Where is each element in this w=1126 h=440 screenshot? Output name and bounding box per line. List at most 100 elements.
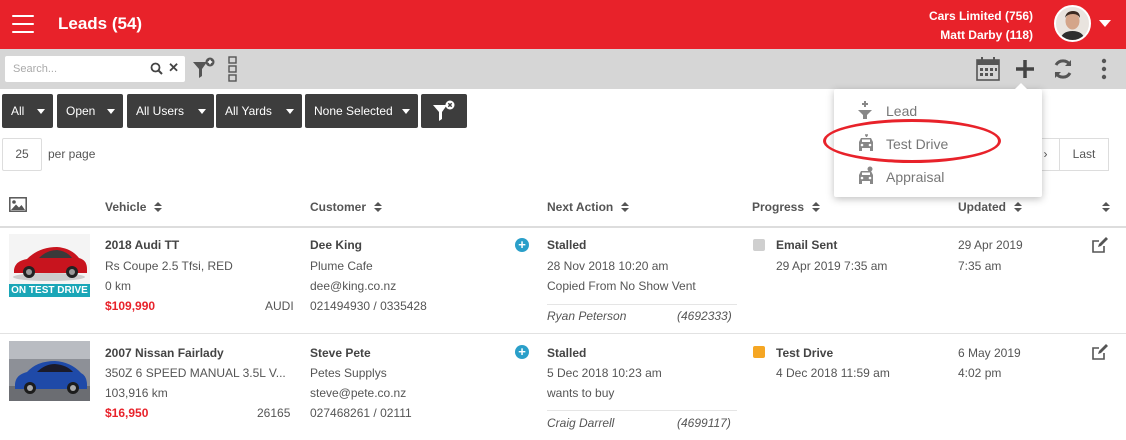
top-header: Leads (54) Cars Limited (756) Matt Darby…	[0, 0, 1126, 49]
chevron-down-icon	[198, 109, 206, 114]
action-date: 5 Dec 2018 10:23 am	[547, 366, 662, 380]
add-icon[interactable]	[1014, 58, 1036, 83]
refresh-icon[interactable]	[1051, 57, 1075, 84]
page-title: Leads (54)	[58, 14, 143, 33]
company-name: Cars Limited (756)	[928, 9, 1033, 23]
calendar-icon[interactable]	[975, 56, 1001, 85]
clear-filter-button[interactable]	[421, 94, 467, 128]
clear-search-icon[interactable]: ✕	[168, 60, 179, 76]
vehicle-title[interactable]: 2007 Nissan Fairlady	[105, 346, 224, 360]
per-page-input[interactable]: 25	[2, 138, 42, 171]
action-divider	[547, 304, 737, 305]
chevron-down-icon	[286, 109, 294, 114]
user-filter-dropdown[interactable]: All Users	[127, 94, 214, 128]
vehicle-price: $109,990	[105, 299, 156, 313]
avatar[interactable]	[1054, 5, 1091, 42]
progress-column-header[interactable]: Progress	[752, 200, 821, 214]
car-icon	[856, 166, 876, 189]
action-divider	[547, 410, 737, 411]
row-divider	[0, 333, 1126, 334]
vehicle-description: Rs Coupe 2.5 Tfsi, RED	[105, 259, 233, 273]
updated-time: 7:35 am	[958, 259, 1002, 273]
table-header-divider	[0, 226, 1126, 228]
vehicle-title[interactable]: 2018 Audi TT	[105, 238, 179, 252]
last-page-button[interactable]: Last	[1059, 138, 1109, 171]
action-note: Copied From No Show Vent	[547, 279, 696, 293]
column-label: Progress	[752, 200, 805, 214]
yard-filter-dropdown[interactable]: All Yards	[216, 94, 302, 128]
menu-item-label: Test Drive	[886, 136, 949, 152]
search-input[interactable]	[5, 56, 135, 82]
filter-label: All Yards	[225, 104, 272, 118]
customer-phone: 027468261 / 02111	[310, 406, 412, 420]
action-status: Stalled	[547, 238, 587, 252]
filter-label: All	[11, 104, 25, 118]
hamburger-menu-icon[interactable]	[12, 15, 34, 33]
status-badge: ON TEST DRIVE	[9, 284, 90, 297]
add-action-icon[interactable]: +	[515, 345, 529, 359]
user-name: Matt Darby (118)	[940, 28, 1033, 42]
vehicle-description: 350Z 6 SPEED MANUAL 3.5L V...	[105, 366, 286, 380]
selection-filter-dropdown[interactable]: None Selected	[305, 94, 418, 128]
add-filter-icon[interactable]	[192, 57, 216, 84]
customer-column-header[interactable]: Customer	[310, 200, 383, 214]
add-action-icon[interactable]: +	[515, 238, 529, 252]
customer-company: Plume Cafe	[310, 259, 373, 273]
search-icon[interactable]	[150, 62, 163, 78]
state-filter-dropdown[interactable]: Open	[57, 94, 123, 128]
filter-label: Open	[66, 104, 96, 118]
vehicle-thumbnail[interactable]	[9, 341, 90, 401]
column-label: Vehicle	[105, 200, 147, 214]
per-page-label: per page	[48, 147, 96, 161]
vehicle-column-header[interactable]: Vehicle	[105, 200, 163, 214]
action-user: Ryan Peterson	[547, 309, 627, 323]
vehicle-odometer: 0 km	[105, 279, 132, 293]
actions-column-header[interactable]	[1094, 200, 1110, 214]
account-dropdown-icon[interactable]	[1099, 20, 1111, 27]
column-label: Updated	[958, 200, 1006, 214]
toolbar: ✕	[0, 49, 1126, 89]
progress-status-indicator	[753, 346, 765, 358]
chevron-down-icon	[402, 109, 410, 114]
vehicle-odometer: 103,916 km	[105, 386, 168, 400]
chevron-down-icon	[37, 109, 45, 114]
customer-email[interactable]: dee@king.co.nz	[310, 279, 396, 293]
column-options-icon[interactable]	[227, 56, 239, 85]
menu-item-appraisal[interactable]: Appraisal	[834, 160, 1042, 192]
menu-item-lead[interactable]: Lead	[834, 94, 1042, 126]
progress-status-indicator	[753, 239, 765, 251]
action-user: Craig Darrell	[547, 416, 615, 430]
customer-name[interactable]: Steve Pete	[310, 346, 371, 360]
menu-item-label: Lead	[886, 103, 918, 119]
account-info[interactable]: Cars Limited (756) Matt Darby (118)	[929, 7, 1033, 45]
chevron-down-icon	[107, 109, 115, 114]
add-menu: Lead Test Drive Appraisal	[834, 83, 1042, 197]
more-options-icon[interactable]	[1100, 58, 1108, 83]
status-filter-dropdown[interactable]: All	[2, 94, 53, 128]
updated-date: 29 Apr 2019	[958, 238, 1023, 252]
vehicle-price: $16,950	[105, 406, 149, 420]
updated-time: 4:02 pm	[958, 366, 1002, 380]
next-action-column-header[interactable]: Next Action	[547, 200, 630, 214]
progress-date: 4 Dec 2018 11:59 am	[776, 366, 890, 380]
vehicle-thumbnail[interactable]	[9, 234, 90, 291]
lead-icon	[856, 100, 874, 123]
progress-date: 29 Apr 2019 7:35 am	[776, 259, 888, 273]
updated-column-header[interactable]: Updated	[958, 200, 1022, 214]
action-status: Stalled	[547, 346, 587, 360]
progress-label: Test Drive	[776, 346, 834, 360]
menu-item-test-drive[interactable]: Test Drive	[834, 127, 1042, 159]
customer-phone: 021494930 / 0335428	[310, 299, 427, 313]
customer-name[interactable]: Dee King	[310, 238, 362, 252]
column-label: Customer	[310, 200, 367, 214]
sort-icon	[374, 202, 383, 213]
customer-company: Petes Supplys	[310, 366, 387, 380]
edit-icon[interactable]	[1091, 343, 1109, 364]
sort-icon	[1102, 202, 1110, 213]
filter-label: None Selected	[314, 104, 393, 118]
customer-email[interactable]: steve@pete.co.nz	[310, 386, 406, 400]
edit-icon[interactable]	[1091, 236, 1109, 257]
action-date: 28 Nov 2018 10:20 am	[547, 259, 669, 273]
sort-icon	[1014, 202, 1022, 213]
column-label: Next Action	[547, 200, 614, 214]
